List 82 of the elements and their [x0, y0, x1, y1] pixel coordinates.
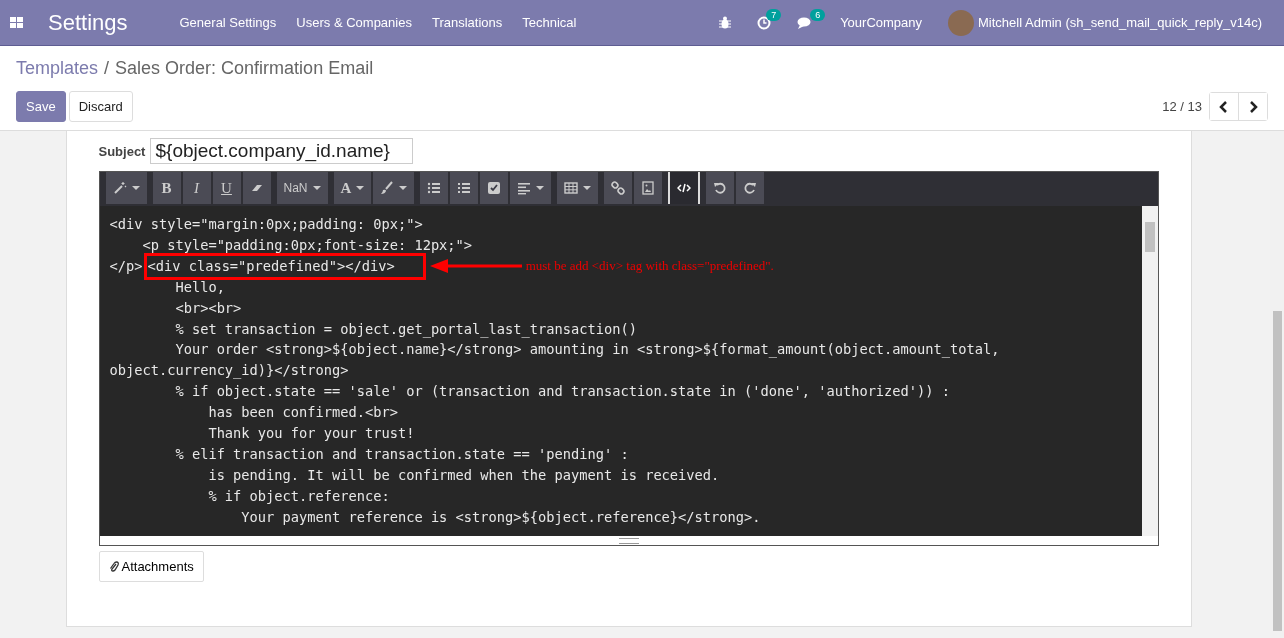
image-icon [641, 181, 656, 195]
code-line: % if object.state == 'sale' or (transaction and transaction.state in ('done', 'authorized')) : [174, 382, 951, 402]
toolbar-button[interactable]: I [182, 172, 211, 204]
code-icon [677, 181, 692, 195]
code-line: % if object.reference: [207, 486, 390, 506]
code-line: </p> [109, 256, 143, 276]
bullet-list-icon [427, 181, 442, 195]
clock-icon[interactable] [757, 15, 772, 30]
caret-icon [312, 186, 321, 190]
save-button[interactable]: Save [16, 91, 66, 122]
toolbar-button[interactable] [420, 172, 449, 204]
editor-scrollbar[interactable] [1141, 206, 1158, 536]
annotation-text: must be add <div> tag with class="predefined". [525, 256, 774, 275]
toolbar-button[interactable] [242, 172, 271, 204]
toolbar-button[interactable] [450, 172, 479, 204]
code-line: Your payment reference is <strong>${object.reference}</strong>. [240, 507, 761, 527]
activity-count-badge: 7 [766, 8, 782, 21]
toolbar-button[interactable] [557, 172, 599, 204]
code-line: <div style="margin:0px;padding: 0px;"> [109, 215, 423, 234]
code-line: Your order <strong>${object.name}</strong> amounting in <strong>${format_amount(object.amount_total, [174, 340, 1000, 360]
subject-label: Subject [98, 143, 146, 159]
menu-item[interactable]: Translations [431, 15, 503, 30]
paintbrush-icon [380, 181, 395, 195]
code-line: % set transaction = object.get_portal_last_transaction() [174, 319, 637, 340]
caret-icon [536, 186, 545, 190]
pager-counter: 12 / 13 [1162, 99, 1202, 114]
toolbar-button[interactable]: NaN [276, 172, 328, 204]
caret-icon [583, 186, 592, 190]
menu-item[interactable]: Users & Companies [296, 15, 412, 30]
code-line: <p style="padding:0px;font-size: 12px;"> [141, 235, 473, 255]
apps-menu-icon[interactable] [10, 15, 24, 30]
breadcrumb-current: Sales Order: Confirmation Email [115, 58, 374, 79]
numbered-list-icon [457, 181, 472, 195]
message-count-badge: 6 [810, 8, 826, 21]
company-switcher[interactable]: YourCompany [840, 15, 923, 30]
chevron-right-icon [1248, 100, 1258, 113]
chevron-left-icon [1219, 100, 1229, 113]
bug-icon[interactable] [719, 16, 732, 29]
code-line: % elif transaction and transaction.state == 'pending' : [174, 444, 629, 464]
code-line: object.currency_id)}</strong> [109, 361, 349, 381]
next-button[interactable] [1238, 93, 1267, 120]
breadcrumb-link[interactable]: Templates [16, 58, 99, 79]
magic-wand-icon [112, 181, 127, 195]
subject-field[interactable]: ${object.company_id.name} [150, 138, 414, 164]
discard-button[interactable]: Discard [68, 91, 133, 122]
user-avatar [948, 9, 975, 36]
app-title: Settings [48, 9, 128, 36]
align-icon [517, 181, 532, 195]
menu-item[interactable]: General Settings [179, 15, 277, 30]
toolbar-button[interactable] [604, 172, 633, 204]
toolbar-button[interactable] [105, 172, 147, 204]
user-menu[interactable]: Mitchell Admin (sh_send_mail_quick_reply_v14c) [978, 15, 1262, 30]
toolbar-button[interactable] [706, 172, 735, 204]
checkbox-icon [487, 181, 502, 195]
caret-icon [356, 186, 365, 190]
toolbar-button[interactable] [373, 172, 415, 204]
code-line: <br><br> [174, 298, 242, 318]
attachments-button[interactable]: Attachments [98, 551, 204, 582]
toolbar-button[interactable] [480, 172, 509, 204]
link-icon [611, 181, 626, 195]
menu-item[interactable]: Technical [522, 15, 577, 30]
redo-icon [743, 181, 758, 195]
undo-icon [713, 181, 728, 195]
toolbar-button[interactable] [634, 172, 663, 204]
resize-handle[interactable] [99, 536, 1158, 545]
highlighted-code: <div class="predefined"></div> [144, 252, 426, 280]
code-line: is pending. It will be confirmed when the payment is received. [207, 465, 720, 485]
toolbar-button[interactable]: A [333, 172, 372, 204]
toolbar-button[interactable] [510, 172, 552, 204]
toolbar-button[interactable] [668, 172, 701, 204]
caret-icon [131, 186, 140, 190]
paperclip-icon [108, 560, 119, 573]
code-line: has been confirmed.<br> [207, 403, 398, 423]
caret-icon [399, 186, 408, 190]
toolbar-button[interactable]: B [152, 172, 181, 204]
breadcrumb-separator: / [104, 58, 110, 79]
toolbar-button[interactable]: U [212, 172, 241, 204]
code-line: Hello, [174, 277, 225, 297]
table-icon [564, 181, 579, 195]
code-line: Thank you for your trust! [207, 424, 415, 444]
toolbar-button[interactable] [736, 172, 765, 204]
arrow-icon [429, 258, 522, 275]
